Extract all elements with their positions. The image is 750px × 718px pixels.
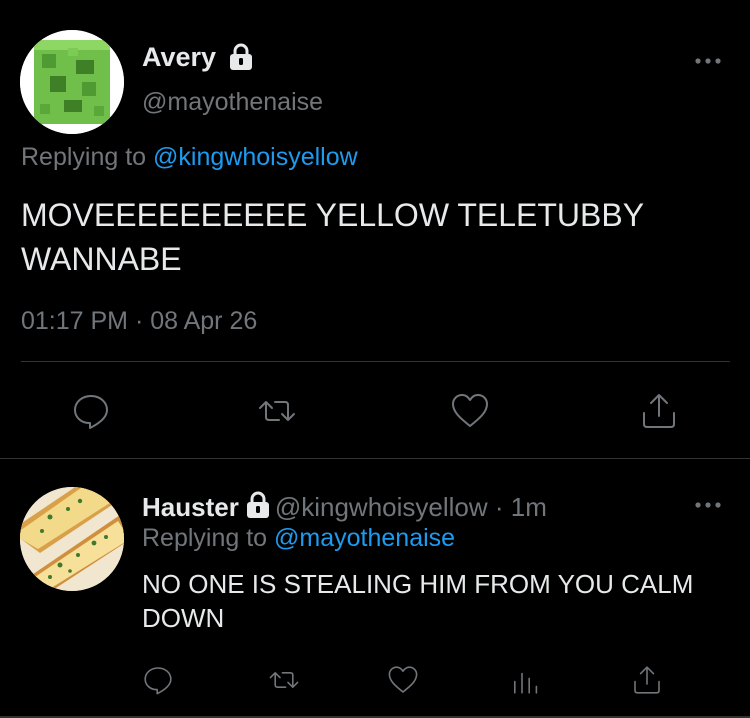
slime-avatar-image — [20, 30, 124, 134]
replying-prefix: Replying to — [21, 143, 154, 171]
retweet-icon[interactable] — [257, 391, 297, 431]
reply-header: Hauster @kingwhoisyellow · 1m — [142, 491, 547, 523]
more-dots-icon[interactable] — [694, 499, 722, 511]
tweet-text: MOVEEEEEEEEEE YELLOW TELETUBBY WANNABE — [21, 197, 644, 277]
time-ago[interactable]: 1m — [511, 492, 547, 522]
reply-icon[interactable] — [71, 391, 111, 431]
views-icon[interactable] — [510, 664, 542, 696]
lock-icon — [230, 43, 252, 70]
tweet-separator — [0, 458, 750, 459]
avatar-avery[interactable] — [20, 30, 124, 134]
like-icon[interactable] — [387, 664, 419, 696]
garlic-bread-avatar-image — [20, 487, 124, 591]
like-icon[interactable] — [450, 391, 490, 431]
tweet-text: NO ONE IS STEALING HIM FROM YOU CALM DOW… — [142, 569, 694, 633]
retweet-icon[interactable] — [268, 664, 300, 696]
handle[interactable]: @mayothenaise — [142, 88, 323, 117]
more-dots-icon[interactable] — [694, 55, 722, 67]
replying-prefix: Replying to — [142, 524, 275, 552]
handle[interactable]: @kingwhoisyellow — [275, 492, 488, 522]
separator: · — [487, 492, 511, 522]
timestamp[interactable]: 01:17 PM · 08 Apr 26 — [21, 307, 257, 336]
lock-icon — [246, 491, 269, 518]
reply-icon[interactable] — [142, 664, 174, 696]
replying-to-link[interactable]: @mayothenaise — [274, 524, 455, 552]
replying-to-line: Replying to @mayothenaise — [142, 524, 455, 553]
share-icon[interactable] — [631, 664, 663, 696]
replying-to-link[interactable]: @kingwhoisyellow — [153, 143, 358, 171]
replying-to-line: Replying to @kingwhoisyellow — [21, 143, 358, 172]
display-name[interactable]: Hauster — [142, 492, 239, 522]
main-tweet: Avery @mayothenaise Replying to @kingwho… — [0, 0, 750, 460]
share-icon[interactable] — [639, 391, 679, 431]
display-name[interactable]: Avery — [142, 42, 216, 73]
divider — [21, 361, 730, 362]
avatar-hauster[interactable] — [20, 487, 124, 591]
